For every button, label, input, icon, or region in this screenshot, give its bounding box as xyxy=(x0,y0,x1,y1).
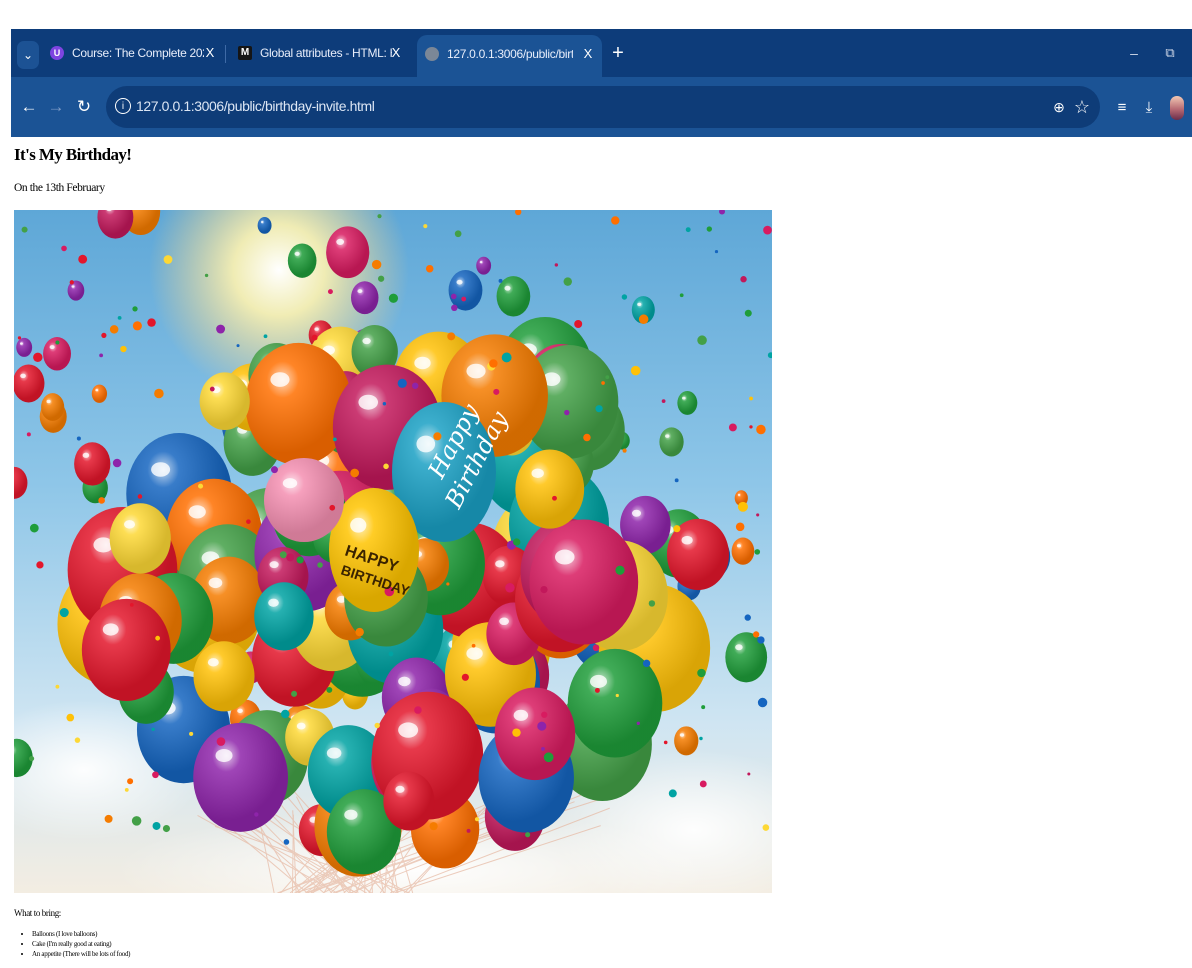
profile-avatar[interactable] xyxy=(1170,96,1184,120)
list-item: Cake (I'm really good at eating) xyxy=(32,939,130,949)
forward-arrow-icon[interactable]: → xyxy=(46,96,66,118)
minimize-icon[interactable]: – xyxy=(1126,43,1142,63)
browser-chrome: ⌄ U Course: The Complete 2024 Web X M Gl… xyxy=(11,29,1192,137)
tab-strip: ⌄ U Course: The Complete 2024 Web X M Gl… xyxy=(11,29,1192,77)
birthday-balloons-image: Happy Birthday HAPPY BIRTHDAY xyxy=(14,210,772,893)
tab-close-icon[interactable]: X xyxy=(202,45,218,61)
list-item: Balloons (I love balloons) xyxy=(32,929,130,939)
media-control-icon[interactable]: ≡ xyxy=(1112,97,1132,119)
list-item: An appetite (There will be lots of food) xyxy=(32,949,131,959)
reload-icon[interactable]: ↻ xyxy=(74,96,94,118)
tab-course[interactable]: U Course: The Complete 2024 Web X xyxy=(42,37,224,71)
mdn-favicon-icon: M xyxy=(238,46,252,60)
new-tab-button[interactable]: + xyxy=(608,42,628,64)
tab-birthday-invite[interactable]: 127.0.0.1:3006/public/birthday-in X xyxy=(417,35,602,77)
address-bar[interactable]: i 127.0.0.1:3006/public/birthday-invite.… xyxy=(106,86,1100,128)
tab-close-icon[interactable]: X xyxy=(388,45,404,61)
tab-divider xyxy=(225,45,226,63)
tab-close-icon[interactable]: X xyxy=(580,46,596,62)
url-text[interactable]: 127.0.0.1:3006/public/birthday-invite.ht… xyxy=(136,98,375,114)
tab-title: Course: The Complete 2024 Web xyxy=(72,46,204,60)
tab-title: 127.0.0.1:3006/public/birthday-in xyxy=(447,47,573,61)
download-icon[interactable]: ⤓ xyxy=(1139,97,1159,119)
chevron-down-icon: ⌄ xyxy=(22,48,34,62)
tab-mdn[interactable]: M Global attributes - HTML: Hyper X xyxy=(230,37,410,71)
bookmark-star-icon[interactable]: ☆ xyxy=(1072,96,1092,118)
globe-favicon-icon xyxy=(425,47,439,61)
udemy-favicon-icon: U xyxy=(50,46,64,60)
back-arrow-icon[interactable]: ← xyxy=(19,96,39,118)
tab-title: Global attributes - HTML: Hyper xyxy=(260,46,392,60)
page-content: It's My Birthday! On the 13th February H… xyxy=(0,137,1192,968)
bring-list: Balloons (I love balloons) Cake (I'm rea… xyxy=(14,929,131,959)
browser-toolbar: ← → ↻ i 127.0.0.1:3006/public/birthday-i… xyxy=(11,77,1192,137)
bring-heading: What to bring: xyxy=(14,908,61,918)
site-info-icon[interactable]: i xyxy=(115,98,131,114)
event-date: On the 13th February xyxy=(14,182,105,194)
restore-window-icon[interactable]: ⧉ xyxy=(1162,43,1178,63)
page-heading: It's My Birthday! xyxy=(14,145,132,164)
tab-search-button[interactable]: ⌄ xyxy=(17,41,39,69)
zoom-icon[interactable]: ⊕ xyxy=(1050,97,1068,117)
